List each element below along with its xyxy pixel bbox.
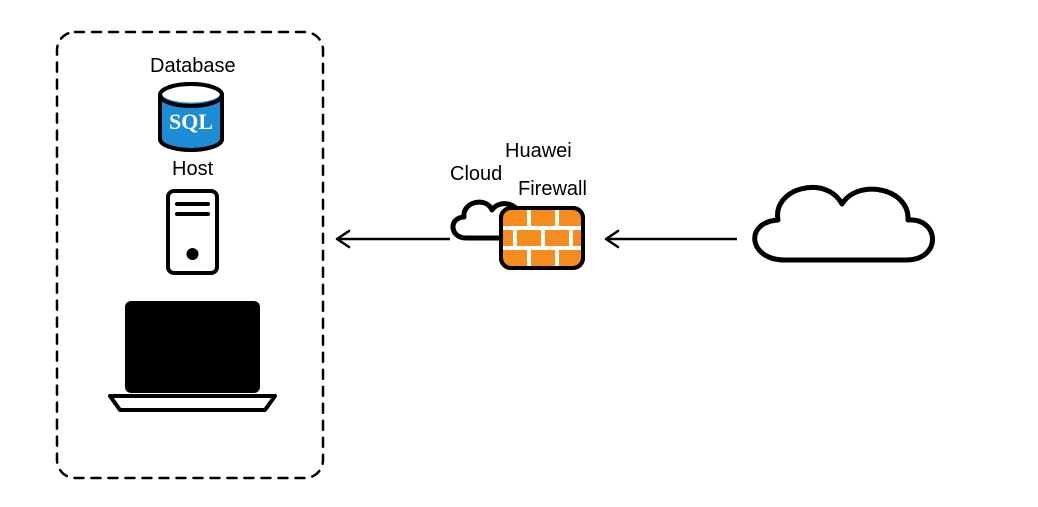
database-label: Database [150,55,236,78]
big-cloud-icon [730,160,950,290]
arrow-firewall-to-box [325,228,455,250]
firewall-icon [497,204,587,274]
cloud-label: Cloud [450,163,502,186]
host-icon [165,188,220,278]
database-icon: SQL [156,83,226,155]
sql-text: SQL [169,109,213,134]
diagram-canvas: Database SQL Host [0,0,1038,507]
arrow-cloud-to-firewall [592,228,742,250]
laptop-icon [105,298,280,418]
firewall-label: Firewall [518,178,587,201]
host-label: Host [172,158,213,181]
huawei-label: Huawei [505,140,572,163]
